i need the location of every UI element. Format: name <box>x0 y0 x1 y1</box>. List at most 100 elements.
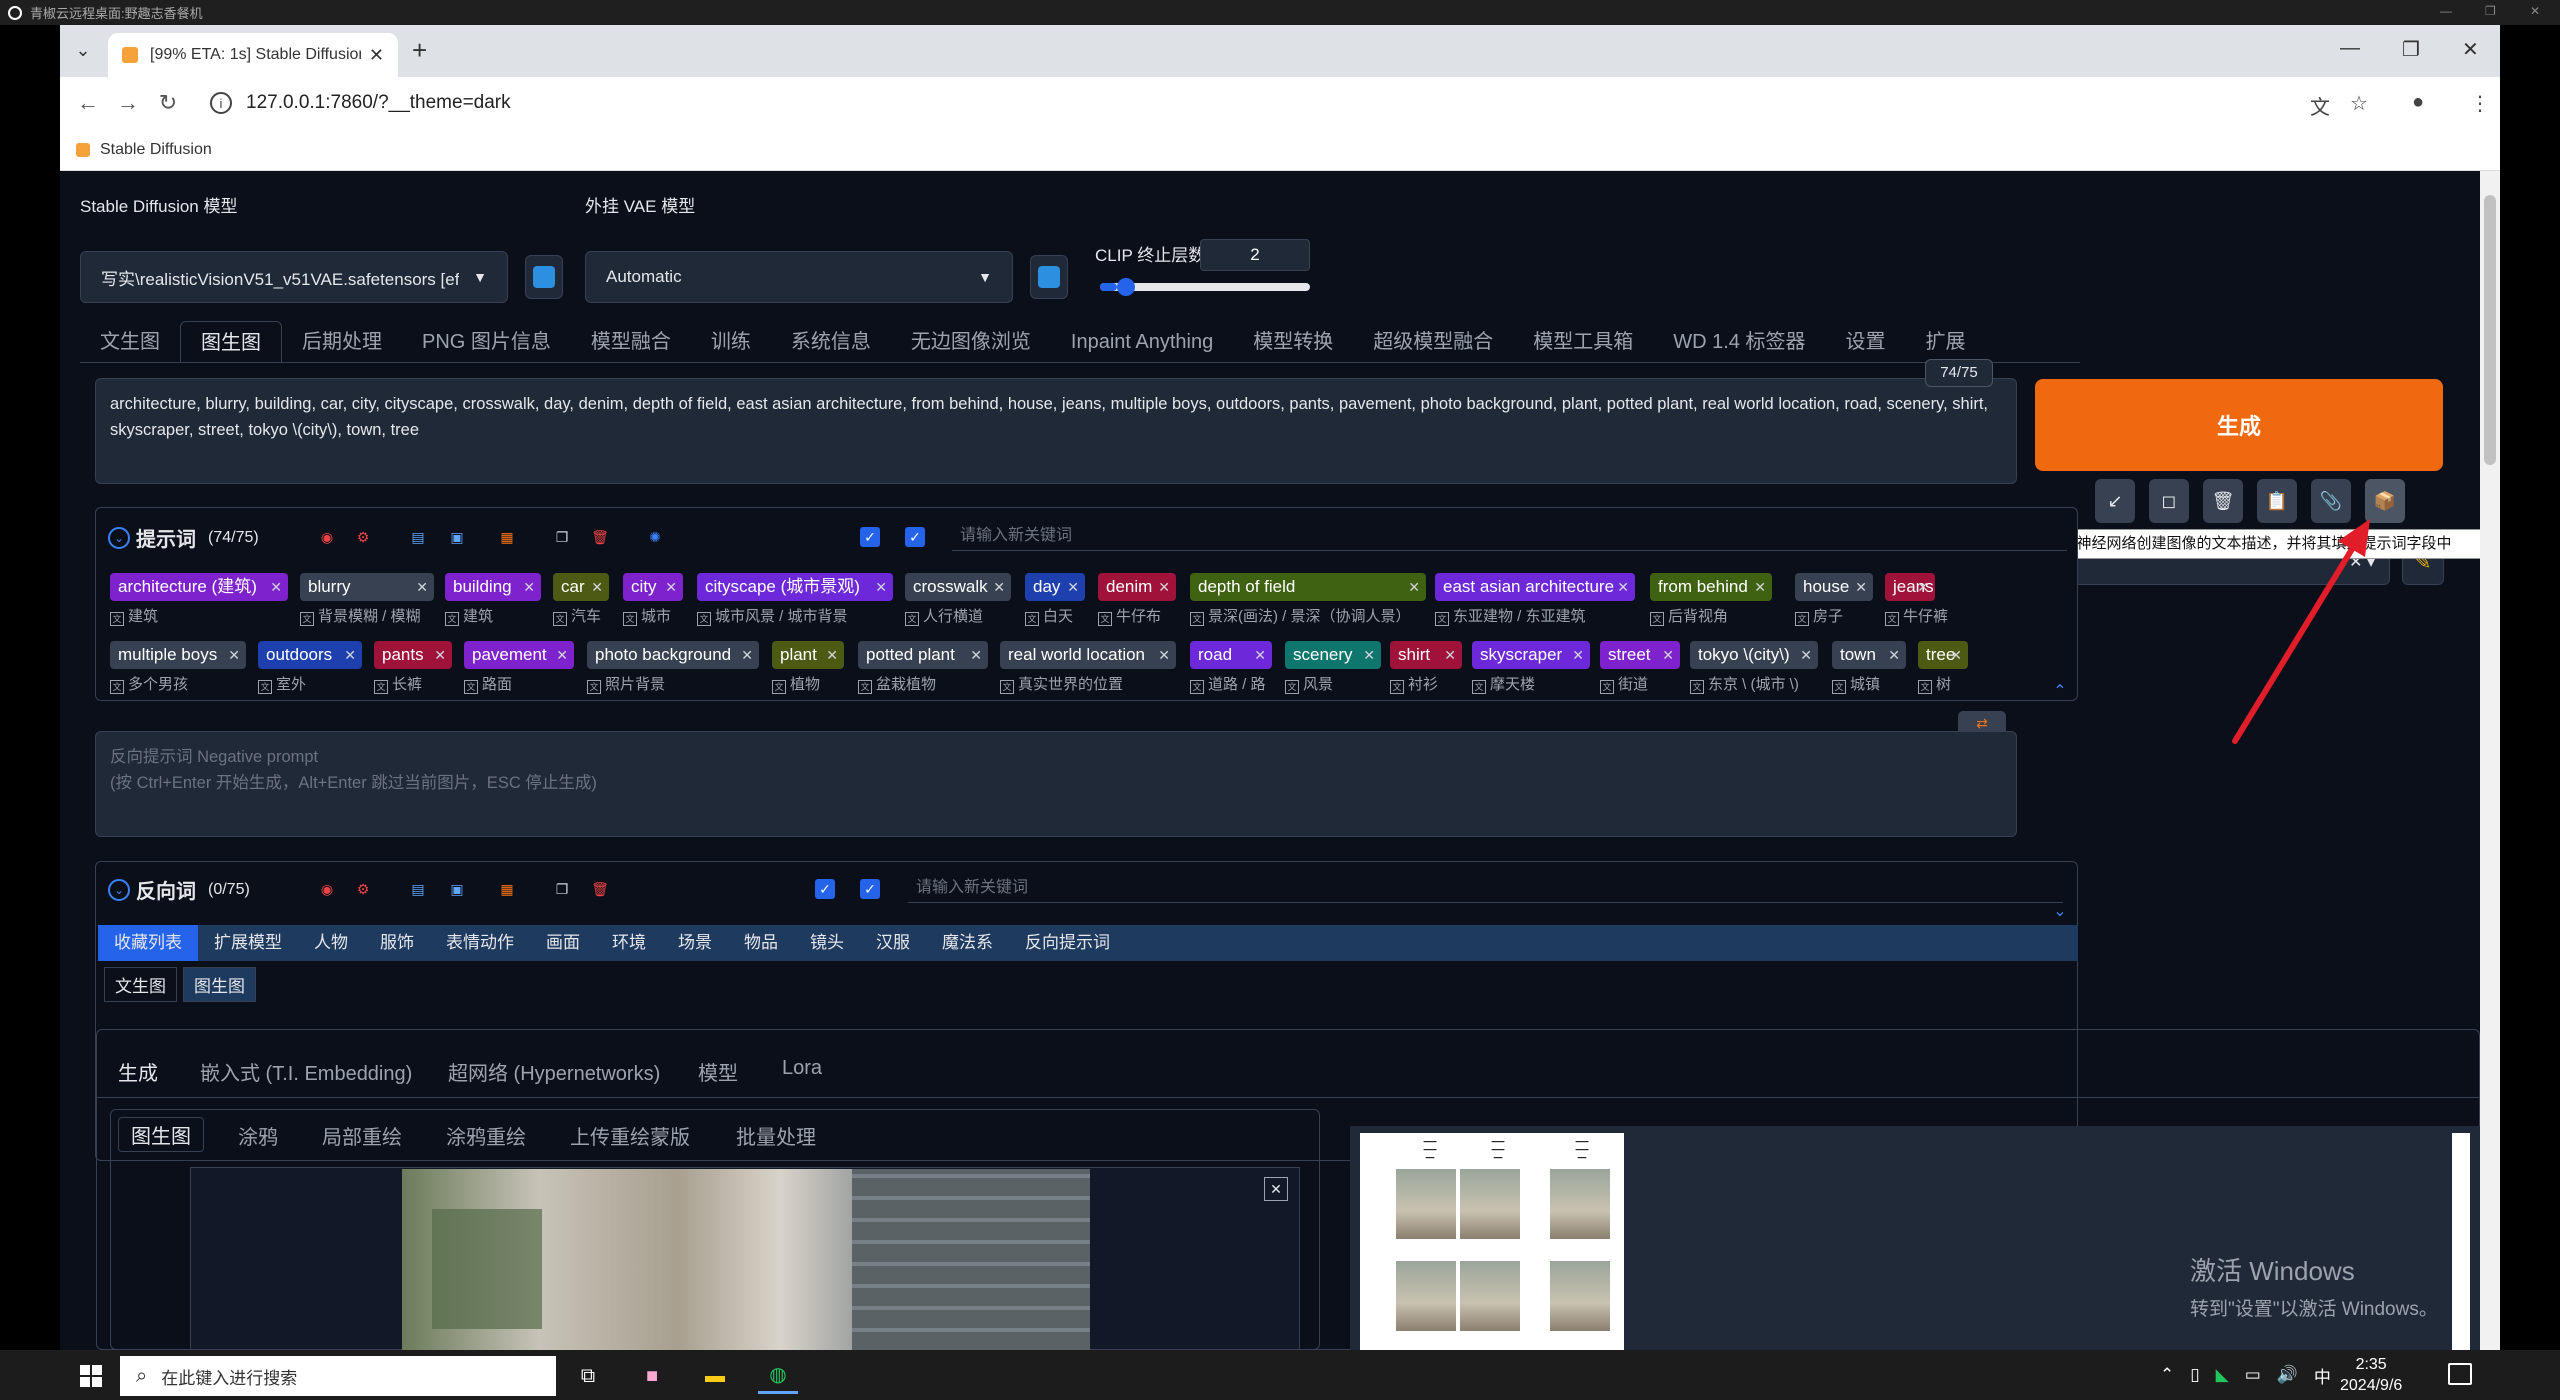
tag-translation[interactable]: 文东亚建物 / 东亚建筑 <box>1435 605 1586 626</box>
main-tab-10[interactable]: 超级模型融合 <box>1353 321 1513 363</box>
bottom-tab-0[interactable]: 生成 <box>118 1057 158 1086</box>
translate-orange-icon[interactable]: ▦ <box>492 874 522 904</box>
prompt-tag[interactable]: architecture (建筑) ✕ <box>110 573 288 601</box>
prompt-tag[interactable]: house ✕ <box>1795 573 1873 601</box>
tag-translation[interactable]: 文建筑 <box>445 605 493 626</box>
tab-search-chevron-icon[interactable]: ⌄ <box>68 35 98 65</box>
tag-translation[interactable]: 文城市风景 / 城市背景 <box>697 605 848 626</box>
tag-translation[interactable]: 文长裤 <box>374 673 422 694</box>
collapse-up-chevron-icon[interactable]: ⌃ <box>2045 676 2075 706</box>
tag-translation[interactable]: 文建筑 <box>110 605 158 626</box>
main-tab-13[interactable]: 设置 <box>1826 321 1906 363</box>
main-tab-2[interactable]: 后期处理 <box>282 321 402 363</box>
prompt-tag[interactable]: tokyo \(city\) ✕ <box>1690 641 1818 669</box>
bottom-tab-3[interactable]: 模型 <box>698 1057 738 1086</box>
tag-translation[interactable]: 文风景 <box>1285 673 1333 694</box>
windows-start-icon[interactable] <box>80 1365 102 1387</box>
tag-remove-icon[interactable]: ✕ <box>416 573 428 601</box>
reload-icon[interactable]: ↻ <box>148 90 188 116</box>
negative-keyword-input[interactable]: 请输入新关键词 <box>908 873 2063 903</box>
prompt-tag[interactable]: photo background ✕ <box>587 641 759 669</box>
paste-box-icon[interactable]: ◻ <box>2149 479 2189 523</box>
tag-remove-icon[interactable]: ✕ <box>741 641 753 669</box>
clip-slider-knob[interactable] <box>1116 278 1135 296</box>
collapse-chevron-icon[interactable]: ⌄ <box>108 878 130 901</box>
prompt-tag[interactable]: pavement ✕ <box>464 641 574 669</box>
back-arrow-icon[interactable]: ← <box>68 90 108 116</box>
window-minimize-icon[interactable]: — <box>2340 37 2360 60</box>
prompt-tag[interactable]: skyscraper ✕ <box>1472 641 1590 669</box>
prompt-tag[interactable]: day ✕ <box>1025 573 1085 601</box>
tag-remove-icon[interactable]: ✕ <box>1754 573 1766 601</box>
tag-remove-icon[interactable]: ✕ <box>523 573 535 601</box>
prompt-tag[interactable]: building ✕ <box>445 573 541 601</box>
img2img-tab-4[interactable]: 上传重绘蒙版 <box>570 1121 690 1150</box>
tag-remove-icon[interactable]: ✕ <box>556 641 568 669</box>
tag-translation[interactable]: 文衬衫 <box>1390 673 1438 694</box>
prompt-keyword-input[interactable]: 请输入新关键词 <box>952 521 2067 551</box>
tag-remove-icon[interactable]: ✕ <box>993 573 1005 601</box>
category-tab-0[interactable]: 收藏列表 <box>98 925 198 961</box>
sd-model-refresh-button[interactable] <box>525 255 563 299</box>
tag-translation[interactable]: 文多个男孩 <box>110 673 188 694</box>
img2img-tab-5[interactable]: 批量处理 <box>736 1121 816 1150</box>
prompt-tag[interactable]: scenery ✕ <box>1285 641 1381 669</box>
main-tab-6[interactable]: 系统信息 <box>771 321 891 363</box>
tag-translation[interactable]: 文路面 <box>464 673 512 694</box>
main-tab-1[interactable]: 图生图 <box>180 321 282 363</box>
tag-remove-icon[interactable]: ✕ <box>1067 573 1079 601</box>
main-tab-11[interactable]: 模型工具箱 <box>1513 321 1653 363</box>
main-tab-8[interactable]: Inpaint Anything <box>1051 321 1233 363</box>
gear-red-icon[interactable]: ⚙ <box>348 874 378 904</box>
tag-remove-icon[interactable]: ✕ <box>826 641 838 669</box>
tag-translation[interactable]: 文照片背景 <box>587 673 665 694</box>
sub-category-tab-0[interactable]: 文生图 <box>104 967 177 1002</box>
bottom-tab-1[interactable]: 嵌入式 (T.I. Embedding) <box>200 1057 412 1086</box>
tab-close-icon[interactable]: ✕ <box>369 45 384 66</box>
random-red-icon[interactable]: ◉ <box>312 874 342 904</box>
tag-remove-icon[interactable]: ✕ <box>591 573 603 601</box>
window-close-icon[interactable]: ✕ <box>2462 37 2479 62</box>
tag-remove-icon[interactable]: ✕ <box>1662 641 1674 669</box>
prompt-tag[interactable]: real world location ✕ <box>1000 641 1176 669</box>
doc-blue-icon[interactable]: ▤ <box>403 522 433 552</box>
taskbar-search-box[interactable]: ⌕ 在此键入进行搜索 <box>120 1356 556 1396</box>
tag-remove-icon[interactable]: ✕ <box>434 641 446 669</box>
tag-remove-icon[interactable]: ✕ <box>1617 573 1629 601</box>
window-restore-icon[interactable]: ❐ <box>2402 37 2420 62</box>
prompt-checkbox-1[interactable]: ✓ <box>860 527 880 547</box>
main-tab-0[interactable]: 文生图 <box>80 321 180 363</box>
category-tab-6[interactable]: 环境 <box>596 925 662 961</box>
tag-translation[interactable]: 文真实世界的位置 <box>1000 673 1123 694</box>
prompt-tag[interactable]: cityscape (城市景观) ✕ <box>697 573 893 601</box>
copy-icon[interactable]: ❐ <box>547 874 577 904</box>
category-tab-8[interactable]: 物品 <box>728 925 794 961</box>
task-view-icon[interactable]: ⧉ <box>568 1358 608 1394</box>
delete-red-icon[interactable]: 🗑 <box>585 874 615 904</box>
tag-remove-icon[interactable]: ✕ <box>665 573 677 601</box>
prompt-tag[interactable]: crosswalk ✕ <box>905 573 1011 601</box>
chrome-icon[interactable]: ◍ <box>758 1358 798 1394</box>
sub-category-tab-1[interactable]: 图生图 <box>183 967 256 1002</box>
image-close-icon[interactable]: ✕ <box>1264 1177 1288 1201</box>
category-tab-5[interactable]: 画面 <box>530 925 596 961</box>
main-tab-12[interactable]: WD 1.4 标签器 <box>1653 321 1825 363</box>
clip-skip-slider[interactable] <box>1100 278 1310 296</box>
taskbar-app-anime-icon[interactable]: ■ <box>632 1358 672 1394</box>
main-tab-3[interactable]: PNG 图片信息 <box>402 321 571 363</box>
prompt-tag[interactable]: pants ✕ <box>374 641 452 669</box>
prompt-tag[interactable]: potted plant ✕ <box>858 641 988 669</box>
tag-remove-icon[interactable]: ✕ <box>344 641 356 669</box>
taskbar-clock[interactable]: 2:35 2024/9/6 <box>2340 1354 2402 1396</box>
prompt-tag[interactable]: from behind ✕ <box>1650 573 1772 601</box>
category-tab-11[interactable]: 魔法系 <box>926 925 1009 961</box>
tag-translation[interactable]: 文牛仔布 <box>1098 605 1161 626</box>
main-tab-7[interactable]: 无边图像浏览 <box>891 321 1051 363</box>
main-tab-5[interactable]: 训练 <box>691 321 771 363</box>
tag-remove-icon[interactable]: ✕ <box>1158 573 1170 601</box>
gallery-scrollbar[interactable] <box>2452 1133 2470 1350</box>
tag-remove-icon[interactable]: ✕ <box>1950 641 1962 669</box>
negative-checkbox-1[interactable]: ✓ <box>815 879 835 899</box>
prompt-tag[interactable]: east asian architecture ✕ <box>1435 573 1635 601</box>
forward-arrow-icon[interactable]: → <box>108 90 148 116</box>
